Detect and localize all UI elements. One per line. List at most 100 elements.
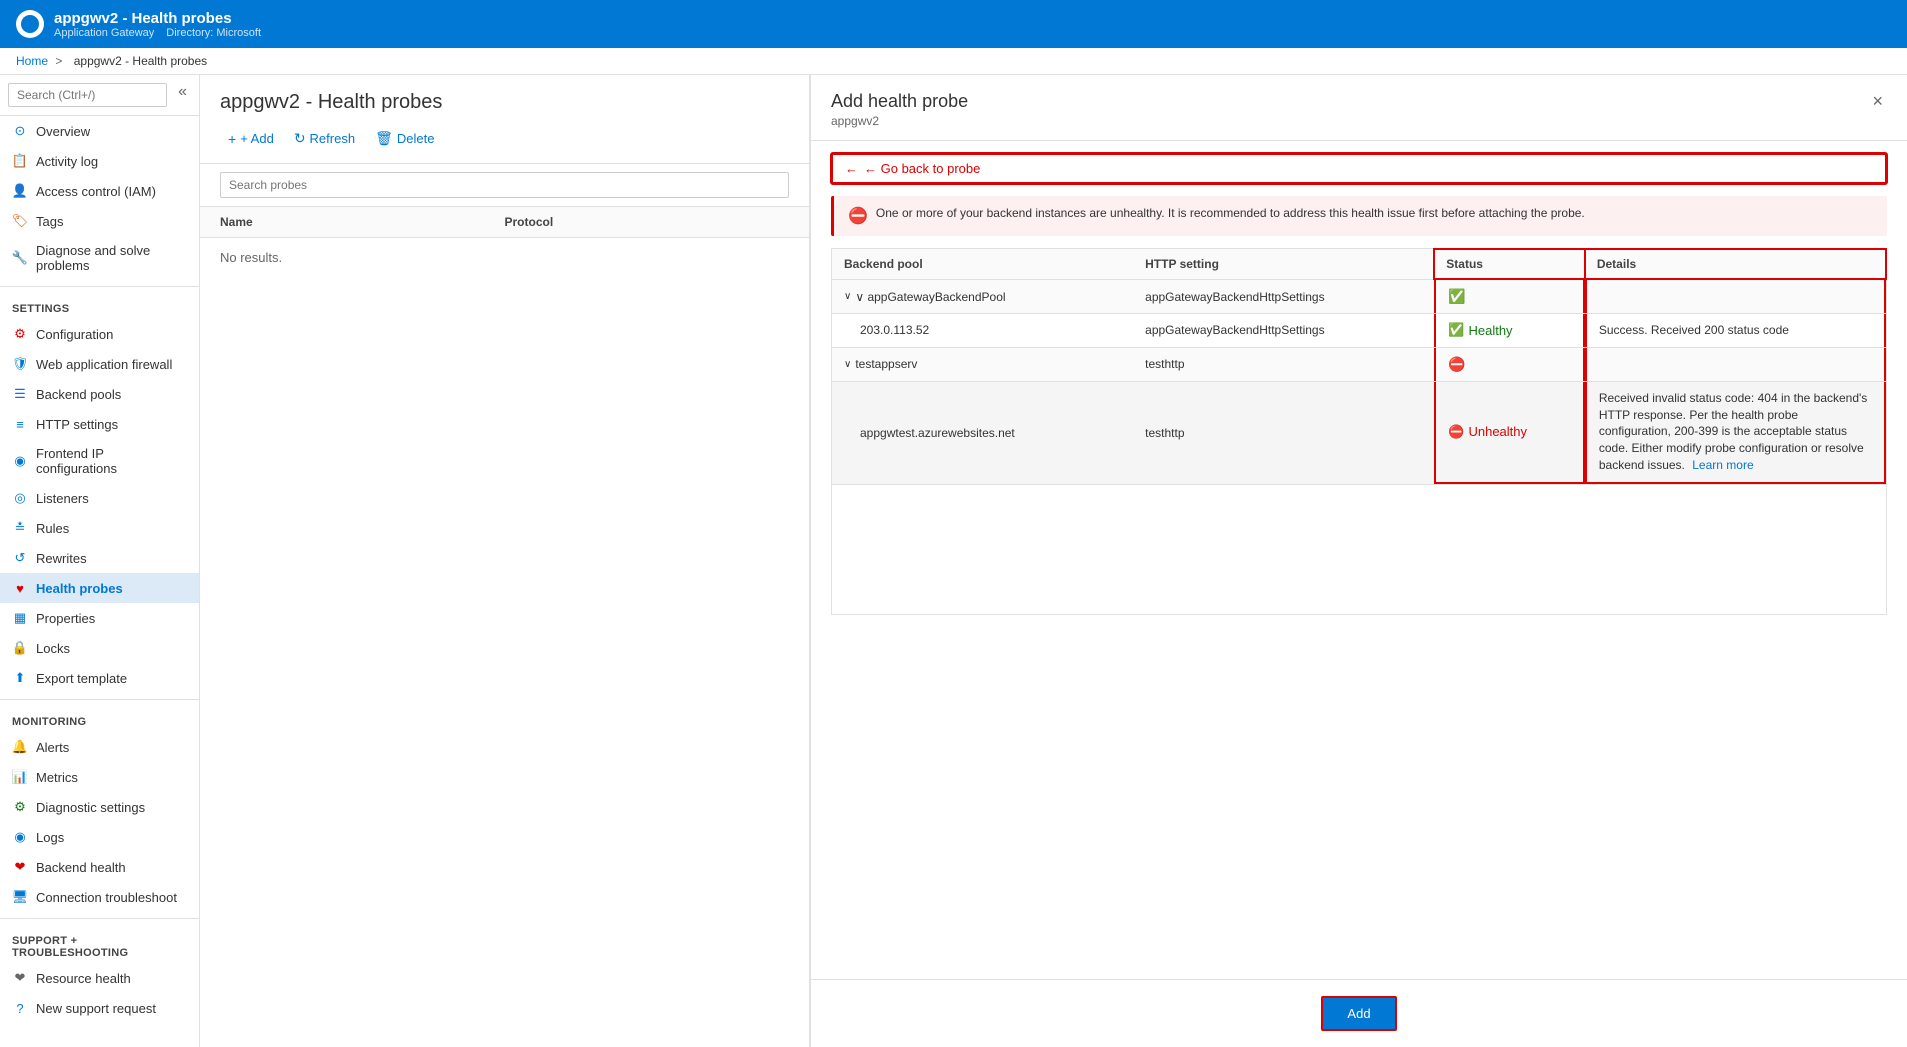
no-results-text: No results.: [220, 250, 282, 265]
sidebar-item-tags[interactable]: 🏷 Tags: [0, 206, 199, 236]
logs-icon: ◉: [12, 829, 28, 845]
sidebar-item-label-rules: Rules: [36, 521, 69, 536]
activity-log-icon: 📋: [12, 153, 28, 169]
close-button[interactable]: ×: [1868, 91, 1887, 112]
export-icon: ⬆: [12, 670, 28, 686]
sidebar: « ⊙ Overview 📋 Activity log 👤 Access con…: [0, 75, 200, 1047]
sidebar-item-configuration[interactable]: ⚙ Configuration: [0, 319, 199, 349]
breadcrumb-separator: >: [55, 54, 62, 68]
sidebar-item-connection-troubleshoot[interactable]: 🖥 Connection troubleshoot: [0, 882, 199, 912]
sidebar-item-label-http: HTTP settings: [36, 417, 118, 432]
delete-icon: 🗑: [375, 130, 393, 147]
refresh-button-label: Refresh: [310, 131, 356, 146]
backend-health-icon: ❤: [12, 859, 28, 875]
col-details: Details: [1585, 249, 1886, 279]
row3-status: ⛔: [1434, 348, 1585, 381]
sidebar-item-backend-health[interactable]: ❤ Backend health: [0, 852, 199, 882]
sidebar-item-activity-log[interactable]: 📋 Activity log: [0, 146, 199, 176]
sidebar-item-http-settings[interactable]: ≡ HTTP settings: [0, 409, 199, 439]
sidebar-item-label-alerts: Alerts: [36, 740, 69, 755]
refresh-button[interactable]: ↻ Refresh: [286, 126, 363, 151]
sidebar-item-listeners[interactable]: ◎ Listeners: [0, 483, 199, 513]
bottom-bar: Add: [811, 979, 1907, 1047]
sidebar-item-properties[interactable]: ▦ Properties: [0, 603, 199, 633]
probes-search-area: [200, 164, 809, 207]
app-logo: [16, 10, 44, 38]
sidebar-item-diagnose[interactable]: 🔧 Diagnose and solve problems: [0, 236, 199, 280]
sidebar-item-overview[interactable]: ⊙ Overview: [0, 116, 199, 146]
metrics-icon: 📊: [12, 769, 28, 785]
connection-icon: 🖥: [12, 889, 28, 905]
sidebar-item-access-control[interactable]: 👤 Access control (IAM): [0, 176, 199, 206]
sidebar-item-backend-pools[interactable]: ☰ Backend pools: [0, 379, 199, 409]
status-err-icon: ⛔: [1448, 356, 1465, 373]
properties-icon: ▦: [12, 610, 28, 626]
delete-button[interactable]: 🗑 Delete: [367, 126, 442, 151]
sidebar-item-export-template[interactable]: ⬆ Export template: [0, 663, 199, 693]
table-row-pool1: ∨ ∨ appGatewayBackendPool appGatewayBack…: [832, 280, 1886, 314]
sidebar-search-area: «: [0, 75, 199, 116]
warning-banner: ⛔ One or more of your backend instances …: [831, 196, 1887, 236]
top-bar: appgwv2 - Health probes Application Gate…: [0, 0, 1907, 48]
row1-status: ✅: [1434, 280, 1585, 313]
sidebar-item-label-bhealth: Backend health: [36, 860, 126, 875]
sidebar-item-resource-health[interactable]: ❤ Resource health: [0, 963, 199, 993]
sidebar-item-label-overview: Overview: [36, 124, 90, 139]
col-header-name: Name: [220, 215, 505, 229]
row4-status: ⛔ Unhealthy: [1434, 382, 1585, 484]
sidebar-item-metrics[interactable]: 📊 Metrics: [0, 762, 199, 792]
table-row-domain: appgwtest.azurewebsites.net testhttp ⛔ U…: [832, 382, 1886, 485]
health-table: Backend pool HTTP setting Status Details…: [831, 248, 1887, 615]
row1-details: [1585, 280, 1886, 313]
row3-details: [1585, 348, 1886, 381]
sidebar-item-diagnostic[interactable]: ⚙ Diagnostic settings: [0, 792, 199, 822]
sidebar-item-label-tags: Tags: [36, 214, 63, 229]
row2-http: appGatewayBackendHttpSettings: [1133, 314, 1434, 347]
right-panel-header: Add health probe appgwv2 ×: [811, 75, 1907, 141]
support-request-icon: ?: [12, 1000, 28, 1016]
row1-http: appGatewayBackendHttpSettings: [1133, 280, 1434, 313]
sidebar-item-label-activity: Activity log: [36, 154, 98, 169]
chevron-icon2: ∨: [844, 359, 851, 370]
go-back-label: ← Go back to probe: [864, 161, 980, 176]
sidebar-item-locks[interactable]: 🔒 Locks: [0, 633, 199, 663]
diagnose-icon: 🔧: [12, 250, 28, 266]
chevron-icon: ∨: [844, 291, 851, 302]
sidebar-item-rules[interactable]: ≛ Rules: [0, 513, 199, 543]
listeners-icon: ◎: [12, 490, 28, 506]
row2-pool: 203.0.113.52: [832, 314, 1133, 347]
sidebar-item-waf[interactable]: 🛡 Web application firewall: [0, 349, 199, 379]
sidebar-item-frontend-ip[interactable]: ◉ Frontend IP configurations: [0, 439, 199, 483]
learn-more-link[interactable]: Learn more: [1692, 458, 1753, 472]
status-ok-icon: ✅: [1448, 288, 1465, 305]
frontend-ip-icon: ◉: [12, 453, 28, 469]
sidebar-item-health-probes[interactable]: ♥ Health probes: [0, 573, 199, 603]
diagnostic-icon: ⚙: [12, 799, 28, 815]
sidebar-collapse-btn[interactable]: «: [174, 83, 191, 101]
sidebar-item-label-listeners: Listeners: [36, 491, 89, 506]
sidebar-item-label-frontend: Frontend IP configurations: [36, 446, 187, 476]
top-bar-title: appgwv2 - Health probes: [54, 10, 261, 27]
breadcrumb-home[interactable]: Home: [16, 54, 48, 68]
sidebar-item-new-support[interactable]: ? New support request: [0, 993, 199, 1023]
warning-icon: ⛔: [848, 206, 868, 226]
breadcrumb: Home > appgwv2 - Health probes: [0, 48, 1907, 75]
left-panel: appgwv2 - Health probes + + Add ↻ Refres…: [200, 75, 810, 1047]
sidebar-item-label-config: Configuration: [36, 327, 113, 342]
sidebar-item-label-metrics: Metrics: [36, 770, 78, 785]
probes-search-input[interactable]: [220, 172, 789, 198]
add-button[interactable]: + + Add: [220, 127, 282, 151]
go-back-button[interactable]: ← ← Go back to probe: [831, 153, 1887, 184]
waf-icon: 🛡: [12, 356, 28, 372]
sidebar-item-label-iam: Access control (IAM): [36, 184, 156, 199]
sidebar-item-label-conn: Connection troubleshoot: [36, 890, 177, 905]
sidebar-item-rewrites[interactable]: ↺ Rewrites: [0, 543, 199, 573]
search-input[interactable]: [8, 83, 167, 107]
row2-details: Success. Received 200 status code: [1585, 314, 1886, 347]
add-probe-button[interactable]: Add: [1321, 996, 1396, 1031]
healthy-status: ✅ Healthy: [1448, 322, 1512, 338]
sidebar-item-alerts[interactable]: 🔔 Alerts: [0, 732, 199, 762]
col-backend-pool: Backend pool: [832, 249, 1133, 279]
locks-icon: 🔒: [12, 640, 28, 656]
sidebar-item-logs[interactable]: ◉ Logs: [0, 822, 199, 852]
